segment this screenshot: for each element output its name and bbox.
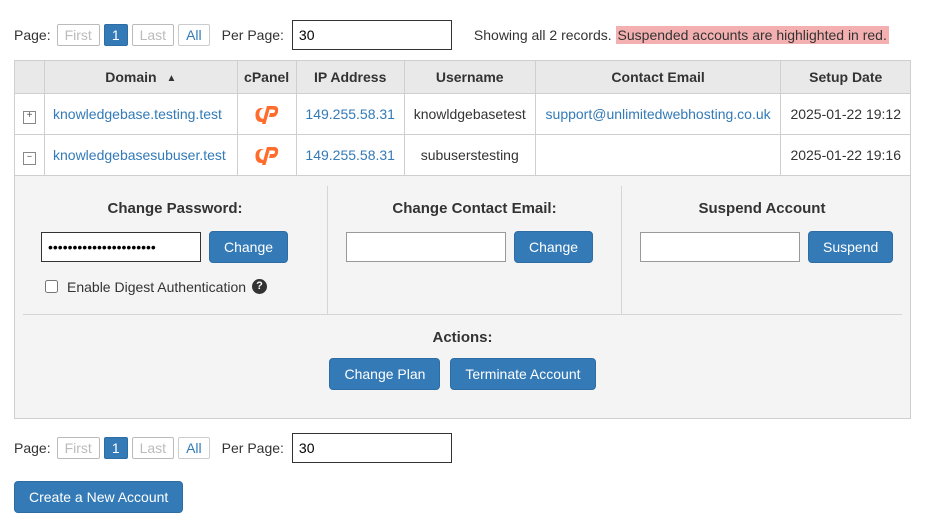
column-ip[interactable]: IP Address	[296, 61, 404, 94]
column-username[interactable]: Username	[404, 61, 535, 94]
contact-email-input[interactable]	[346, 232, 506, 262]
table-row: – knowledgebasesubuser.test 149.255.58.3…	[15, 135, 911, 176]
suspended-note: Suspended accounts are highlighted in re…	[616, 26, 889, 44]
per-page-input[interactable]	[292, 433, 452, 463]
change-email-section: Change Contact Email: Change	[328, 186, 622, 314]
ip-link[interactable]: 149.255.58.31	[305, 147, 395, 163]
create-account-button[interactable]: Create a New Account	[14, 481, 183, 513]
column-setup[interactable]: Setup Date	[781, 61, 911, 94]
change-password-button[interactable]: Change	[209, 231, 288, 263]
terminate-account-button[interactable]: Terminate Account	[450, 358, 595, 390]
collapse-row-button[interactable]: –	[23, 152, 36, 165]
pager-page-1-button[interactable]: 1	[104, 437, 128, 459]
suspend-section: Suspend Account Suspend	[622, 186, 902, 314]
per-page-input[interactable]	[292, 20, 452, 50]
accounts-table: Domain ▲ cPanel IP Address Username Cont…	[14, 60, 911, 419]
help-icon[interactable]: ?	[252, 279, 267, 294]
digest-auth-label: Enable Digest Authentication	[67, 279, 246, 295]
per-page-label: Per Page:	[222, 440, 284, 456]
username-cell: knowldgebasetest	[404, 94, 535, 135]
domain-link[interactable]: knowledgebasesubuser.test	[53, 147, 226, 163]
pager-first-button[interactable]: First	[57, 24, 100, 46]
pager-last-button[interactable]: Last	[132, 437, 174, 459]
suspend-title: Suspend Account	[640, 200, 884, 217]
pager-first-button[interactable]: First	[57, 437, 100, 459]
change-email-button[interactable]: Change	[514, 231, 593, 263]
pager-last-button[interactable]: Last	[132, 24, 174, 46]
actions-section: Actions: Change Plan Terminate Account	[23, 315, 902, 408]
username-cell: subuserstesting	[404, 135, 535, 176]
digest-auth-checkbox[interactable]	[45, 280, 58, 293]
actions-title: Actions:	[41, 329, 884, 346]
page-label: Page:	[14, 440, 51, 456]
email-link[interactable]: support@unlimitedwebhosting.co.uk	[546, 106, 771, 122]
column-domain[interactable]: Domain ▲	[45, 61, 238, 94]
suspend-reason-input[interactable]	[640, 232, 800, 262]
change-email-title: Change Contact Email:	[346, 200, 603, 217]
table-row: + knowledgebase.testing.test 149.255.58.…	[15, 94, 911, 135]
showing-count: Showing all 2 records.	[474, 27, 612, 43]
setup-date-cell: 2025-01-22 19:16	[781, 135, 911, 176]
expanded-panel-top: Change Password: Change Enable Digest Au…	[23, 186, 902, 315]
email-cell	[535, 135, 781, 176]
page-label: Page:	[14, 27, 51, 43]
change-plan-button[interactable]: Change Plan	[329, 358, 440, 390]
per-page-label: Per Page:	[222, 27, 284, 43]
pager-all-button[interactable]: All	[178, 24, 210, 46]
pager-page-1-button[interactable]: 1	[104, 24, 128, 46]
sort-asc-icon: ▲	[166, 73, 176, 84]
password-input[interactable]	[41, 232, 201, 262]
column-domain-label: Domain	[105, 69, 156, 85]
ip-link[interactable]: 149.255.58.31	[305, 106, 395, 122]
cpanel-icon[interactable]	[253, 105, 281, 121]
suspend-button[interactable]: Suspend	[808, 231, 893, 263]
expanded-panel-row: Change Password: Change Enable Digest Au…	[15, 176, 911, 419]
cpanel-icon[interactable]	[253, 146, 281, 162]
column-expand	[15, 61, 45, 94]
domain-link[interactable]: knowledgebase.testing.test	[53, 106, 222, 122]
pager-bottom: Page: First 1 Last All Per Page:	[14, 433, 911, 463]
pager-all-button[interactable]: All	[178, 437, 210, 459]
pager-top: Page: First 1 Last All Per Page: Showing…	[14, 20, 911, 50]
column-email[interactable]: Contact Email	[535, 61, 781, 94]
setup-date-cell: 2025-01-22 19:12	[781, 94, 911, 135]
change-password-title: Change Password:	[41, 200, 309, 217]
expand-row-button[interactable]: +	[23, 111, 36, 124]
change-password-section: Change Password: Change Enable Digest Au…	[23, 186, 328, 314]
column-cpanel[interactable]: cPanel	[237, 61, 296, 94]
showing-text: Showing all 2 records. Suspended account…	[474, 27, 889, 43]
